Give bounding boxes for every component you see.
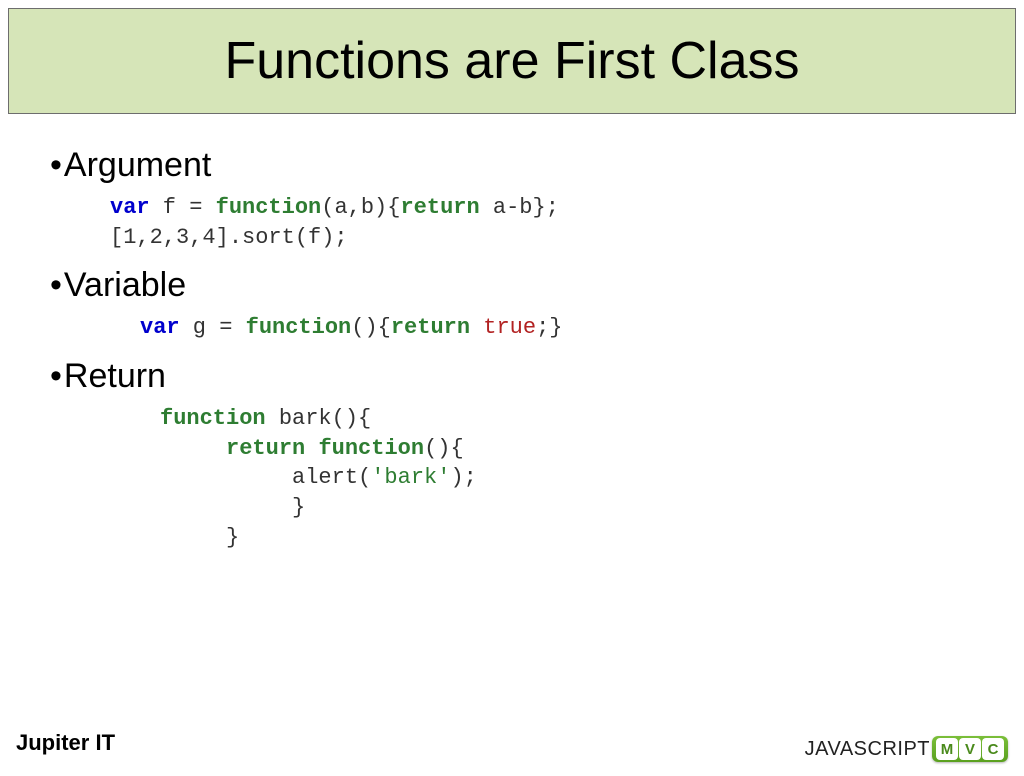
code-variable: var g = function(){return true;} (140, 313, 974, 343)
mvc-m: M (936, 738, 958, 760)
footer-brand-left: Jupiter IT (16, 730, 115, 756)
code-argument: var f = function(a,b){return a-b}; [1,2,… (110, 193, 974, 252)
mvc-v: V (959, 738, 981, 760)
code-return: function bark(){ return function(){ aler… (160, 404, 974, 552)
slide-content: Argument var f = function(a,b){return a-… (0, 114, 1024, 553)
mvc-logo: M V C (932, 736, 1008, 762)
slide-title: Functions are First Class (19, 31, 1005, 91)
slide-title-bar: Functions are First Class (8, 8, 1016, 114)
bullet-return: Return (50, 357, 974, 396)
footer-brand-right: JAVASCRIPT M V C (805, 736, 1008, 762)
javascript-label: JAVASCRIPT (805, 738, 930, 761)
bullet-variable: Variable (50, 266, 974, 305)
bullet-argument: Argument (50, 146, 974, 185)
mvc-c: C (982, 738, 1004, 760)
